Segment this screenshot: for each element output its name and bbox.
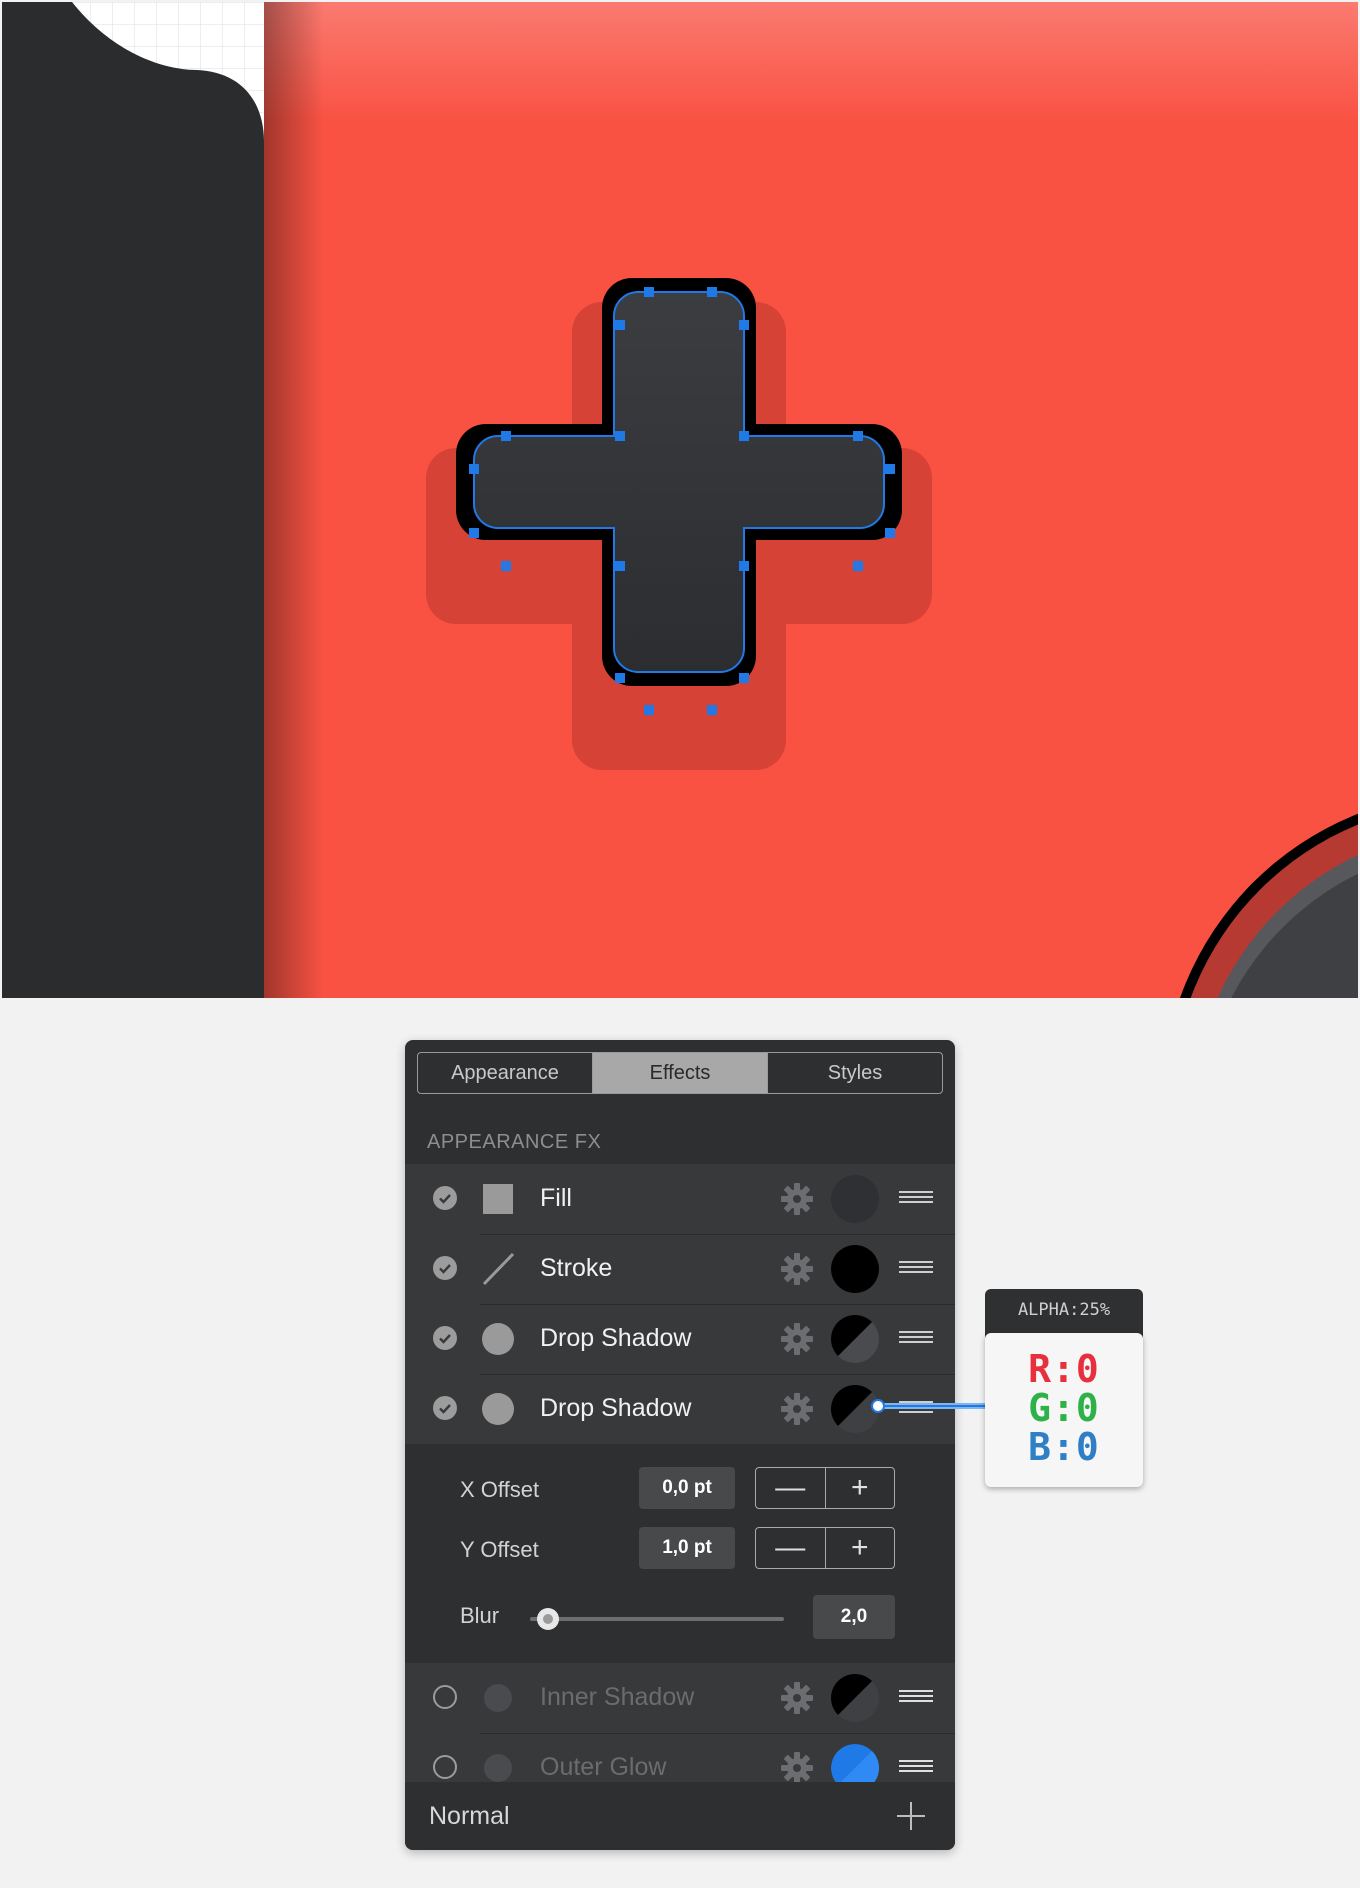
tab-appearance[interactable]: Appearance [418, 1053, 593, 1093]
effect-label: Drop Shadow [540, 1394, 692, 1422]
y-offset-field[interactable]: 1,0 pt [639, 1527, 735, 1569]
color-value-callout: ALPHA:25% R:0 G:0 B:0 [985, 1289, 1143, 1487]
tab-styles[interactable]: Styles [768, 1053, 942, 1093]
blur-label: Blur [460, 1603, 500, 1628]
shadow-color-swatch[interactable] [831, 1315, 879, 1363]
gear-icon[interactable] [780, 1681, 814, 1715]
effect-label: Inner Shadow [540, 1683, 695, 1711]
artwork [2, 2, 1358, 998]
appearance-panel: Appearance Effects Styles APPEARANCE FX … [405, 1040, 955, 1850]
blue-value: B:0 [1028, 1425, 1100, 1469]
increment-button[interactable]: + [826, 1468, 895, 1508]
blur-slider[interactable] [530, 1617, 784, 1621]
square-icon [483, 1184, 513, 1214]
drag-handle-icon[interactable] [899, 1690, 933, 1706]
effect-row-inner-shadow[interactable]: Inner Shadow [405, 1663, 955, 1733]
x-offset-label: X Offset [460, 1477, 540, 1502]
checkbox-unchecked-icon[interactable] [433, 1685, 457, 1709]
checkmark-icon[interactable] [433, 1396, 457, 1420]
fill-color-swatch[interactable] [831, 1175, 879, 1223]
inner-shadow-color-swatch[interactable] [831, 1674, 879, 1722]
gear-icon[interactable] [780, 1322, 814, 1356]
effect-row-drop-shadow[interactable]: Drop Shadow [405, 1304, 955, 1374]
blur-slider-knob[interactable] [537, 1608, 559, 1630]
circle-icon [484, 1684, 512, 1712]
effect-row-fill[interactable]: Fill [405, 1164, 955, 1234]
checkbox-unchecked-icon[interactable] [433, 1755, 457, 1779]
gear-icon[interactable] [780, 1182, 814, 1216]
artboard-canvas[interactable] [2, 2, 1358, 998]
callout-connector [871, 1399, 988, 1413]
decrement-button[interactable]: — [756, 1528, 826, 1568]
increment-button[interactable]: + [826, 1528, 895, 1568]
x-offset-stepper: — + [755, 1467, 895, 1509]
gear-icon[interactable] [780, 1751, 814, 1785]
drag-handle-icon[interactable] [899, 1760, 933, 1776]
circle-icon [482, 1323, 514, 1355]
decrement-button[interactable]: — [756, 1468, 826, 1508]
y-offset-stepper: — + [755, 1527, 895, 1569]
red-value: R:0 [1028, 1347, 1100, 1391]
circle-icon [482, 1393, 514, 1425]
circle-icon [484, 1754, 512, 1782]
tab-effects[interactable]: Effects [593, 1053, 768, 1093]
add-icon[interactable] [895, 1800, 927, 1832]
gear-icon[interactable] [780, 1252, 814, 1286]
line-icon [482, 1252, 515, 1286]
checkmark-icon[interactable] [433, 1256, 457, 1280]
x-offset-field[interactable]: 0,0 pt [639, 1467, 735, 1509]
panel-footer: Normal [405, 1782, 955, 1850]
green-value: G:0 [1028, 1386, 1100, 1430]
drag-handle-icon[interactable] [899, 1191, 933, 1207]
effect-label: Drop Shadow [540, 1324, 692, 1352]
panel-tabs: Appearance Effects Styles [417, 1052, 943, 1094]
checkmark-icon[interactable] [433, 1186, 457, 1210]
drag-handle-icon[interactable] [899, 1331, 933, 1347]
gear-icon[interactable] [780, 1392, 814, 1426]
alpha-label: ALPHA:25% [1017, 1300, 1111, 1320]
effect-label: Stroke [540, 1254, 613, 1282]
drag-handle-icon[interactable] [899, 1261, 933, 1277]
dark-side-shape [2, 2, 264, 998]
section-heading: APPEARANCE FX [427, 1131, 602, 1153]
stroke-color-swatch[interactable] [831, 1245, 879, 1293]
checkmark-icon[interactable] [433, 1326, 457, 1350]
effect-label: Outer Glow [540, 1753, 667, 1781]
effect-label: Fill [540, 1184, 572, 1212]
effect-settings: X Offset 0,0 pt — + Y Offset 1,0 pt — + … [405, 1445, 955, 1663]
rgb-card: R:0 G:0 B:0 [985, 1333, 1143, 1487]
y-offset-label: Y Offset [460, 1537, 539, 1562]
blend-mode-selector[interactable]: Normal [429, 1802, 510, 1831]
effect-row-stroke[interactable]: Stroke [405, 1234, 955, 1304]
blur-field[interactable]: 2,0 [813, 1595, 895, 1639]
